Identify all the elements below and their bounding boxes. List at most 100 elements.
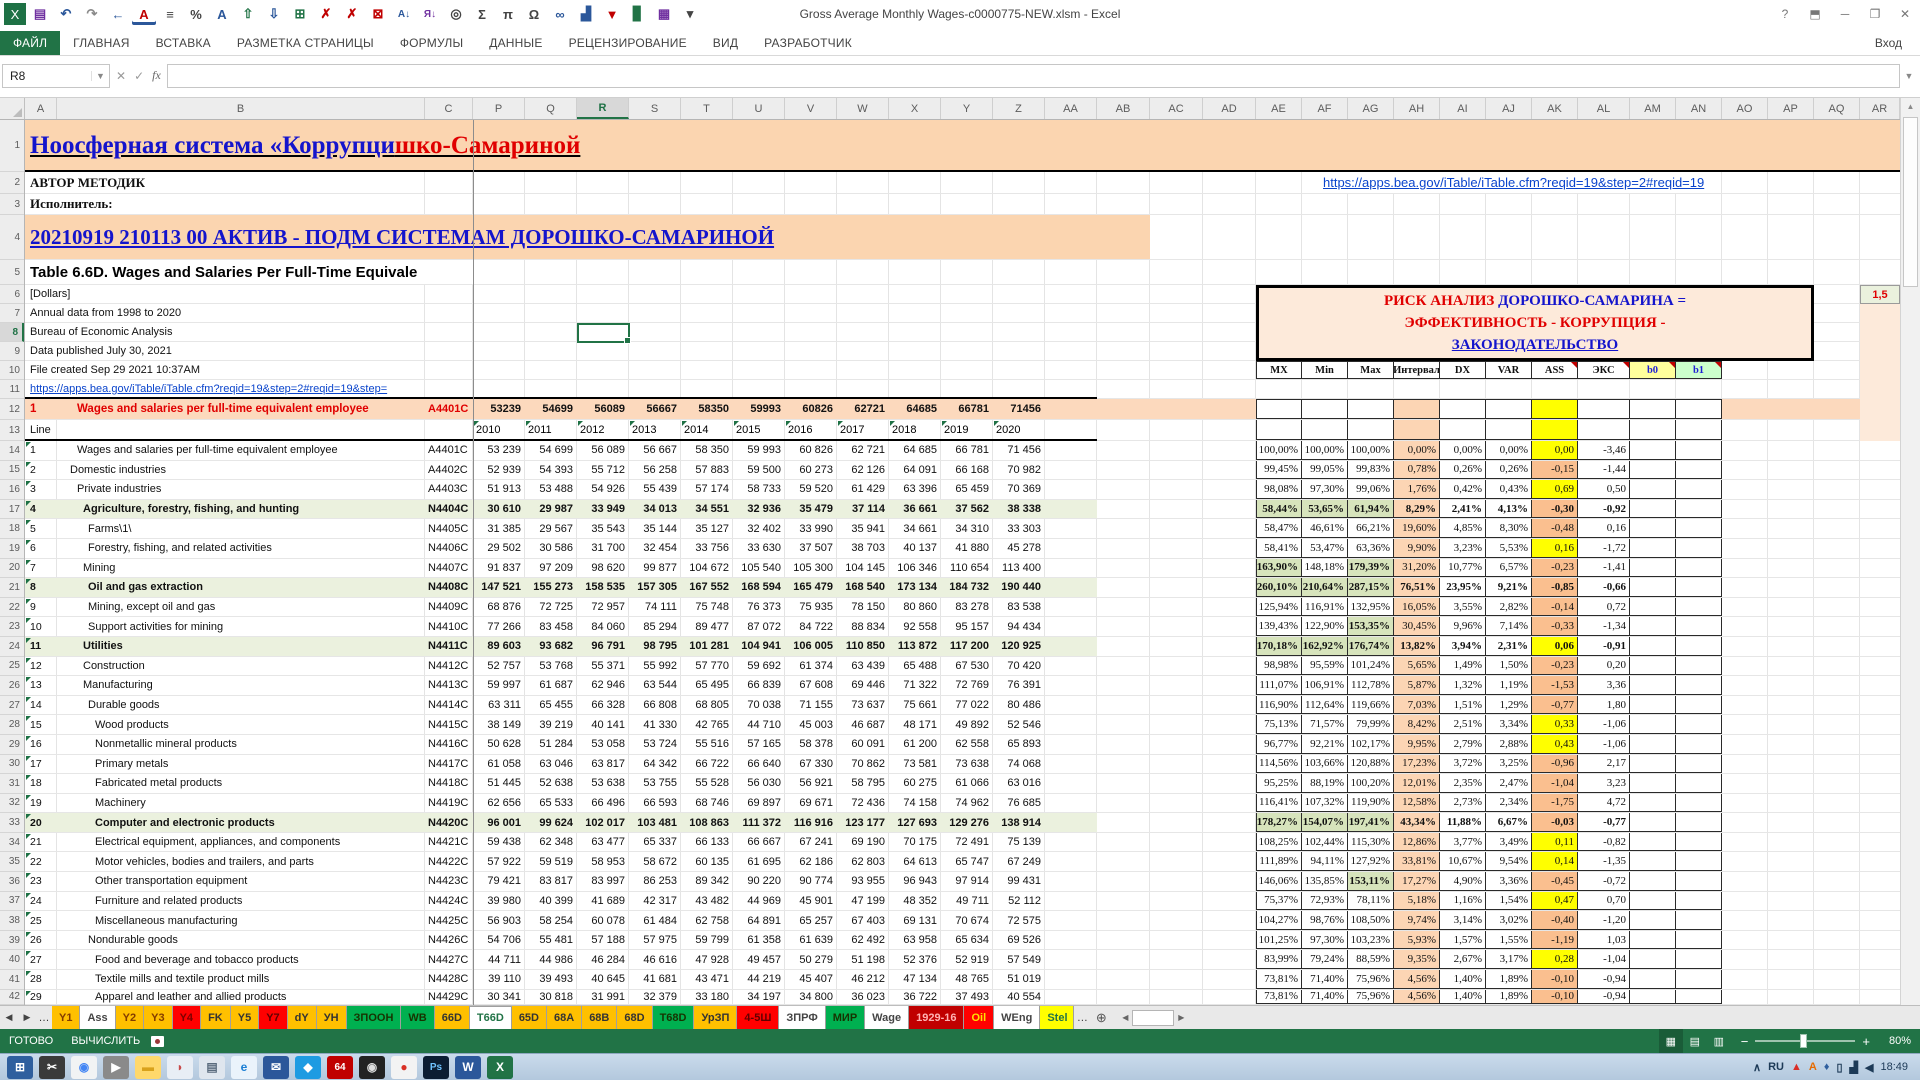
b0-cell[interactable] (1630, 480, 1676, 499)
value-cell[interactable]: 83 278 (941, 598, 993, 617)
row-header-18[interactable]: 18 (0, 519, 24, 539)
line-number-cell[interactable]: 1 (25, 441, 57, 460)
value-cell[interactable]: 57 922 (473, 852, 525, 871)
value-cell[interactable]: 66 667 (733, 833, 785, 852)
value-cell[interactable]: 49 892 (941, 715, 993, 734)
value-cell[interactable]: 111 372 (733, 813, 785, 832)
stats-cell[interactable]: -0,03 (1532, 813, 1578, 832)
row-header-42[interactable]: 42 (0, 990, 24, 1005)
column-header-AA[interactable]: AA (1045, 98, 1097, 119)
b1-cell[interactable] (1676, 637, 1722, 656)
value-cell[interactable]: 104 941 (733, 637, 785, 656)
row-header-33[interactable]: 33 (0, 813, 24, 833)
stats-cell[interactable]: 7,14% (1486, 617, 1532, 636)
red-row-value[interactable]: 56667 (629, 399, 681, 419)
stats-cell[interactable]: 9,35% (1394, 950, 1440, 969)
line-number-cell[interactable]: 5 (25, 519, 57, 538)
stats-cell[interactable]: -0,10 (1532, 990, 1578, 1004)
value-cell[interactable]: 30 818 (525, 990, 577, 1004)
stats-cell[interactable]: 3,23 (1578, 774, 1630, 793)
value-cell[interactable]: 93 955 (837, 872, 889, 891)
stats-cell[interactable]: 79,24% (1302, 950, 1348, 969)
stats-cell[interactable]: 0,26% (1440, 461, 1486, 480)
stats-cell[interactable]: 99,06% (1348, 480, 1394, 499)
value-cell[interactable]: 39 110 (473, 970, 525, 989)
stats-cell[interactable]: 4,56% (1394, 970, 1440, 989)
percent-icon[interactable]: % (184, 3, 208, 25)
value-cell[interactable]: 90 774 (785, 872, 837, 891)
year-header-2013[interactable]: 2013 (629, 420, 681, 440)
column-header-V[interactable]: V (785, 98, 837, 119)
value-cell[interactable]: 69 897 (733, 794, 785, 813)
value-cell[interactable]: 33 990 (785, 519, 837, 538)
value-cell[interactable]: 44 986 (525, 950, 577, 969)
value-cell[interactable]: 62 946 (577, 676, 629, 695)
meta-row-7[interactable]: Annual data from 1998 to 2020 (30, 304, 185, 322)
line-number-cell[interactable]: 15 (25, 715, 57, 734)
value-cell[interactable]: 96 943 (889, 872, 941, 891)
folder-icon[interactable]: ▬ (135, 1056, 161, 1079)
value-cell[interactable]: 70 982 (993, 461, 1045, 480)
sheet-tab-dY[interactable]: dY (288, 1006, 317, 1029)
stats-empty-cell[interactable] (1676, 420, 1722, 440)
stats-cell[interactable]: 0,43 (1532, 735, 1578, 754)
stats-cell[interactable]: 114,56% (1256, 755, 1302, 774)
adobe-tray-icon[interactable]: ▲ (1791, 1061, 1802, 1073)
year-header-2017[interactable]: 2017 (837, 420, 889, 440)
expand-formula-bar-icon[interactable]: ▼ (1900, 71, 1918, 81)
b0-cell[interactable] (1630, 676, 1676, 695)
value-cell[interactable]: 54 393 (525, 461, 577, 480)
value-cell[interactable]: 96 001 (473, 813, 525, 832)
value-cell[interactable]: 51 019 (993, 970, 1045, 989)
value-cell[interactable]: 60 135 (681, 852, 733, 871)
value-cell[interactable]: 39 493 (525, 970, 577, 989)
value-cell[interactable]: 97 914 (941, 872, 993, 891)
ribbon-tab-данные[interactable]: ДАННЫЕ (476, 31, 555, 55)
value-cell[interactable]: 99 624 (525, 813, 577, 832)
stats-cell[interactable]: 1,51% (1440, 696, 1486, 715)
undo-icon[interactable]: ↶ (54, 3, 78, 25)
value-cell[interactable]: 110 654 (941, 559, 993, 578)
b0-cell[interactable] (1630, 715, 1676, 734)
value-cell[interactable]: 165 479 (785, 578, 837, 597)
stats-cell[interactable]: 4,72 (1578, 794, 1630, 813)
row-header-37[interactable]: 37 (0, 892, 24, 912)
row-header-6[interactable]: 6 (0, 285, 24, 304)
row-header-14[interactable]: 14 (0, 441, 24, 461)
stats-cell[interactable]: 6,57% (1486, 559, 1532, 578)
b1-cell[interactable] (1676, 950, 1722, 969)
value-cell[interactable]: 75 661 (889, 696, 941, 715)
row-header-17[interactable]: 17 (0, 500, 24, 520)
network-tray-icon[interactable]: ▟ (1850, 1061, 1858, 1074)
stats-cell[interactable]: 103,23% (1348, 931, 1394, 950)
value-cell[interactable]: 56 258 (629, 461, 681, 480)
stats-cell[interactable]: -0,77 (1578, 813, 1630, 832)
close-icon[interactable]: ✕ (1890, 2, 1920, 26)
value-cell[interactable]: 65 488 (889, 657, 941, 676)
author-label[interactable]: АВТОР МЕТОДИК (30, 172, 149, 193)
stats-cell[interactable]: 0,28 (1532, 950, 1578, 969)
stats-header-Max[interactable]: Max (1348, 361, 1394, 379)
value-cell[interactable]: 90 220 (733, 872, 785, 891)
value-cell[interactable]: 52 757 (473, 657, 525, 676)
value-cell[interactable]: 61 374 (785, 657, 837, 676)
stats-empty-cell[interactable] (1440, 399, 1486, 419)
value-cell[interactable]: 44 219 (733, 970, 785, 989)
value-cell[interactable]: 51 913 (473, 480, 525, 499)
value-cell[interactable]: 68 805 (681, 696, 733, 715)
find-icon[interactable]: ◎ (444, 3, 468, 25)
value-cell[interactable]: 38 149 (473, 715, 525, 734)
stats-cell[interactable]: 154,07% (1302, 813, 1348, 832)
value-cell[interactable]: 52 546 (993, 715, 1045, 734)
stats-cell[interactable]: -0,94 (1578, 970, 1630, 989)
line-number-cell[interactable]: 21 (25, 833, 57, 852)
corner-value-cell[interactable]: 1,5 (1860, 285, 1900, 304)
stats-cell[interactable]: -0,10 (1532, 970, 1578, 989)
stats-cell[interactable]: 5,18% (1394, 892, 1440, 911)
b1-cell[interactable] (1676, 715, 1722, 734)
line-number-cell[interactable]: 26 (25, 931, 57, 950)
row-header-23[interactable]: 23 (0, 617, 24, 637)
row-header-27[interactable]: 27 (0, 696, 24, 716)
value-cell[interactable]: 67 241 (785, 833, 837, 852)
zoom-out-icon[interactable]: − (1741, 1034, 1749, 1049)
